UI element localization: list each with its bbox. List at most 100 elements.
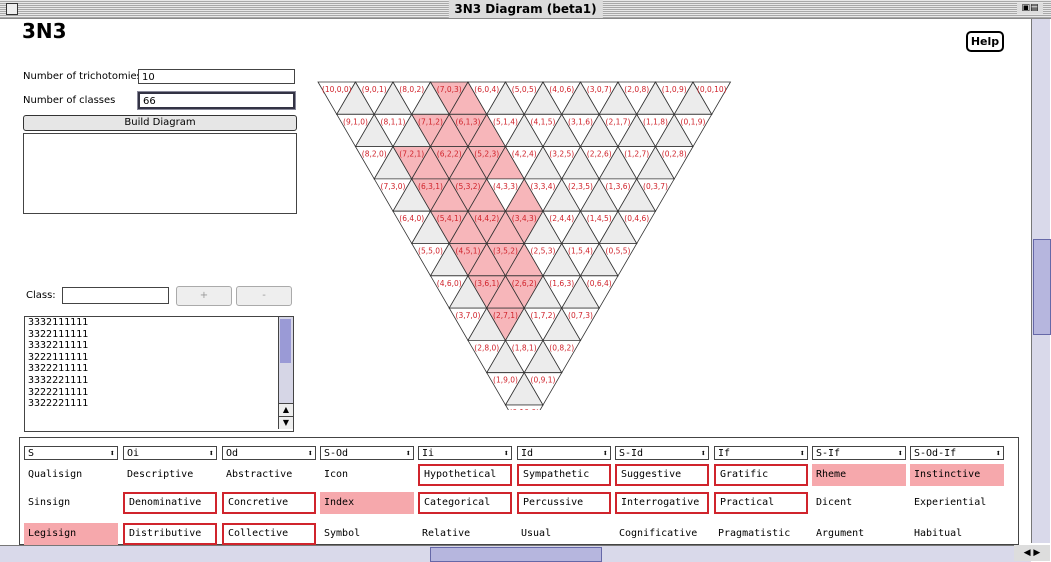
trichotomy-option[interactable]: Hypothetical	[418, 464, 512, 486]
help-button[interactable]: Help	[966, 31, 1004, 52]
trichotomy-option[interactable]: Practical	[714, 492, 808, 514]
trichotomy-select[interactable]: S-Od ⬍	[320, 446, 414, 460]
trichotomy-option[interactable]: Relative	[418, 523, 512, 545]
triangle-label: (3,4,3)	[512, 214, 537, 223]
triangle-label: (6,0,4)	[474, 85, 499, 94]
build-diagram-button[interactable]: Build Diagram	[23, 115, 297, 131]
trichotomy-select-label: If	[718, 448, 731, 459]
triangle-label: (2,7,1)	[493, 311, 518, 320]
add-class-button[interactable]: +	[176, 286, 232, 306]
trichotomy-option[interactable]: Cognificative	[615, 523, 709, 545]
trichotomy-option[interactable]: Argument	[812, 523, 906, 545]
triangle-label: (4,6,0)	[437, 279, 462, 288]
triangle-label: (0,1,9)	[681, 117, 706, 126]
trichotomy-option[interactable]: Sinsign	[24, 492, 118, 514]
select-arrows-icon: ⬍	[700, 449, 706, 459]
trichotomy-option[interactable]: Collective	[222, 523, 316, 545]
trichotomy-option[interactable]: Experiential	[910, 492, 1004, 514]
class-input[interactable]	[62, 287, 169, 304]
trichotomy-option[interactable]: Suggestive	[615, 464, 709, 486]
trichotomy-select[interactable]: Ii ⬍	[418, 446, 512, 460]
triangle-label: (1,9,0)	[493, 376, 518, 385]
classes-field[interactable]: 66	[137, 91, 296, 110]
horizontal-scroll-thumb[interactable]	[430, 547, 602, 562]
class-list-scrollbar[interactable]: ▲ ▼	[278, 317, 293, 429]
triangle-label: (3,3,4)	[531, 182, 556, 191]
class-list-scroll-thumb[interactable]	[280, 319, 291, 363]
class-list-item[interactable]: 3332221111	[25, 375, 293, 387]
triangle-label: (7,1,2)	[418, 117, 443, 126]
trichotomy-option[interactable]: Sympathetic	[517, 464, 611, 486]
trichotomy-option[interactable]: Habitual	[910, 523, 1004, 545]
trichotomy-select-label: S-If	[816, 448, 841, 459]
trichotomy-select[interactable]: S-Od-If ⬍	[910, 446, 1004, 460]
trichotomy-option[interactable]: Icon	[320, 464, 414, 486]
trichotomy-option[interactable]: Rheme	[812, 464, 906, 486]
triangle-label: (2,6,2)	[512, 279, 537, 288]
class-list-item[interactable]: 3322211111	[25, 363, 293, 375]
trichotomy-option[interactable]: Abstractive	[222, 464, 316, 486]
select-arrows-icon: ⬍	[208, 449, 214, 459]
trichotomy-option[interactable]: Legisign	[24, 523, 118, 545]
triangle-label: (3,1,6)	[568, 117, 593, 126]
app-title: 3N3	[22, 19, 67, 43]
triangle-label: (1,7,2)	[531, 311, 556, 320]
triangle-label: (7,2,1)	[399, 150, 424, 159]
vertical-scrollbar[interactable]	[1031, 19, 1051, 543]
trichotomies-field[interactable]: 10	[138, 69, 295, 84]
class-list-item[interactable]: 3222211111	[25, 387, 293, 399]
window-title-bar[interactable]: 3N3 Diagram (beta1) ▣▤	[0, 0, 1051, 19]
trichotomy-select-label: Id	[521, 448, 534, 459]
triangle-label: (4,0,6)	[549, 85, 574, 94]
class-list-item[interactable]: 3322221111	[25, 398, 293, 410]
class-list[interactable]: 3332111111 3322111111 3332211111 3222111111…	[24, 316, 294, 432]
triangle-label: (2,0,8)	[624, 85, 649, 94]
triangle-label: (1,1,8)	[643, 117, 668, 126]
scroll-arrows-icon[interactable]: ◀ ▶	[1014, 545, 1050, 561]
trichotomy-option[interactable]: Distributive	[123, 523, 217, 545]
trichotomy-option[interactable]: Pragmatistic	[714, 523, 808, 545]
trichotomy-select[interactable]: S-If ⬍	[812, 446, 906, 460]
remove-class-button[interactable]: -	[236, 286, 292, 306]
triangle-label: (5,2,3)	[474, 150, 499, 159]
trichotomy-option[interactable]: Qualisign	[24, 464, 118, 486]
trichotomy-option[interactable]: Instinctive	[910, 464, 1004, 486]
triangle-diagram[interactable]: (10,0,0) (9,0,1) (8,0,2) (7,0,3) (6,0,4) (5,0…	[300, 80, 760, 410]
trichotomy-option[interactable]: Categorical	[418, 492, 512, 514]
select-arrows-icon: ⬍	[799, 449, 805, 459]
horizontal-scrollbar[interactable]	[0, 545, 1031, 562]
select-arrows-icon: ⬍	[405, 449, 411, 459]
triangle-label: (0,9,1)	[531, 376, 556, 385]
class-list-item[interactable]: 3222111111	[25, 352, 293, 364]
triangle-label: (0,3,7)	[643, 182, 668, 191]
class-list-item[interactable]: 3322111111	[25, 329, 293, 341]
trichotomy-option[interactable]: Dicent	[812, 492, 906, 514]
trichotomy-select[interactable]: S-Id ⬍	[615, 446, 709, 460]
trichotomy-select[interactable]: Od ⬍	[222, 446, 316, 460]
trichotomy-option[interactable]: Concretive	[222, 492, 316, 514]
triangle-label: (6,2,2)	[437, 150, 462, 159]
trichotomy-option[interactable]: Symbol	[320, 523, 414, 545]
trichotomy-option[interactable]: Usual	[517, 523, 611, 545]
trichotomy-select[interactable]: Id ⬍	[517, 446, 611, 460]
trichotomy-select[interactable]: Oi ⬍	[123, 446, 217, 460]
trichotomy-option[interactable]: Denominative	[123, 492, 217, 514]
trichotomy-option[interactable]: Percussive	[517, 492, 611, 514]
zoom-box-icon[interactable]: ▣▤	[1017, 3, 1043, 14]
trichotomy-option[interactable]: Descriptive	[123, 464, 217, 486]
close-box-icon[interactable]	[6, 3, 18, 15]
trichotomy-option[interactable]: Interrogative	[615, 492, 709, 514]
triangle-label: (0,4,6)	[624, 214, 649, 223]
output-box	[23, 133, 297, 214]
class-list-rows: 3332111111 3322111111 3332211111 3222111111…	[25, 317, 293, 410]
class-list-item[interactable]: 3332111111	[25, 317, 293, 329]
trichotomy-select[interactable]: S ⬍	[24, 446, 118, 460]
triangle-label: (2,2,6)	[587, 150, 612, 159]
class-list-item[interactable]: 3332211111	[25, 340, 293, 352]
trichotomy-select[interactable]: If ⬍	[714, 446, 808, 460]
scroll-down-arrow-icon[interactable]: ▼	[279, 416, 293, 429]
scroll-up-arrow-icon[interactable]: ▲	[279, 403, 293, 416]
trichotomy-option[interactable]: Gratific	[714, 464, 808, 486]
vertical-scroll-thumb[interactable]	[1033, 239, 1051, 335]
trichotomy-option[interactable]: Index	[320, 492, 414, 514]
